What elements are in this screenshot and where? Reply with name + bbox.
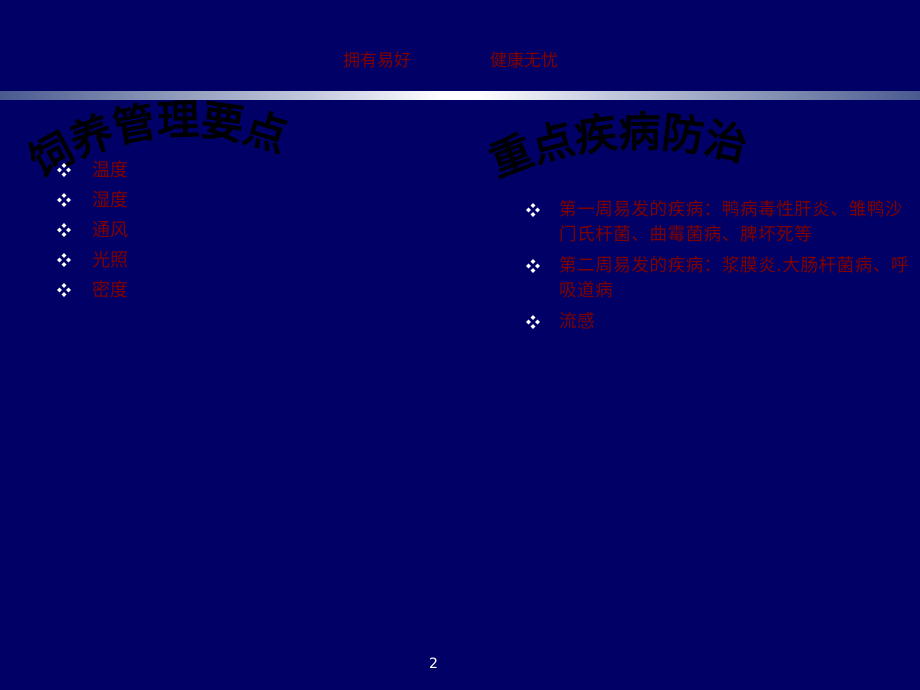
- list-item: 光照: [56, 248, 128, 278]
- list-item-label: 温度: [92, 160, 128, 181]
- list-item-label: 湿度: [92, 190, 128, 211]
- four-diamond-bullet-icon: [56, 192, 72, 208]
- management-points-list: 温度 湿度 通风 光照 密度: [56, 158, 128, 308]
- slide: 拥有易好 健康无忧 饲养管理要点 重点疾病防治 温度 湿度 通风 光照 密度 第…: [0, 0, 920, 690]
- list-item-label: 通风: [92, 220, 128, 241]
- list-item-label: 流感: [559, 312, 596, 332]
- four-diamond-bullet-icon: [56, 282, 72, 298]
- four-diamond-bullet-icon: [525, 258, 541, 274]
- page-number: 2: [429, 656, 438, 672]
- right-section-title: 重点疾病防治: [483, 107, 752, 186]
- list-item: 密度: [56, 278, 128, 308]
- list-item: 第一周易发的疾病：鸭病毒性肝炎、雏鸭沙门氏杆菌、曲霉菌病、脾坏死等: [525, 198, 910, 248]
- four-diamond-bullet-icon: [56, 162, 72, 178]
- four-diamond-bullet-icon: [56, 222, 72, 238]
- list-item: 通风: [56, 218, 128, 248]
- list-item-label: 密度: [92, 280, 128, 301]
- list-item-label: 光照: [92, 250, 128, 271]
- four-diamond-bullet-icon: [525, 202, 541, 218]
- four-diamond-bullet-icon: [525, 314, 541, 330]
- disease-prevention-list: 第一周易发的疾病：鸭病毒性肝炎、雏鸭沙门氏杆菌、曲霉菌病、脾坏死等 第二周易发的…: [525, 198, 910, 341]
- list-item: 第二周易发的疾病：浆膜炎.大肠杆菌病、呼吸道病: [525, 254, 910, 304]
- list-item-label: 第一周易发的疾病：鸭病毒性肝炎、雏鸭沙门氏杆菌、曲霉菌病、脾坏死等: [559, 200, 903, 245]
- list-item-label: 第二周易发的疾病：浆膜炎.大肠杆菌病、呼吸道病: [559, 256, 910, 301]
- list-item: 湿度: [56, 188, 128, 218]
- list-item: 温度: [56, 158, 128, 188]
- four-diamond-bullet-icon: [56, 252, 72, 268]
- list-item: 流感: [525, 310, 910, 335]
